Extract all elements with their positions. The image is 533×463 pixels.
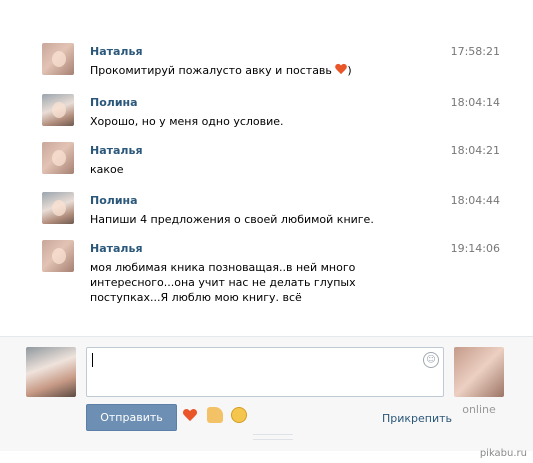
online-status: online [462, 403, 496, 416]
message-author[interactable]: Полина [90, 96, 138, 109]
message-input[interactable]: ☺ [86, 347, 444, 397]
message-text: Напиши 4 предложения о своей любимой кни… [90, 213, 374, 226]
thumbs-up-icon[interactable] [206, 407, 223, 423]
heart-icon [335, 64, 347, 75]
message-text: Хорошо, но у меня одно условие. [90, 115, 284, 128]
peer-avatar[interactable] [454, 347, 504, 397]
message-history: Наталья 17:58:21 Прокомитируй пожалусто … [0, 0, 533, 335]
message-time: 18:04:21 [450, 144, 500, 157]
message-author[interactable]: Наталья [90, 45, 143, 58]
heart-icon[interactable] [182, 407, 198, 423]
send-button[interactable]: Отправить [86, 404, 177, 431]
message-text-body: Прокомитируй пожалусто авку и поставь [90, 64, 332, 77]
message-time: 19:14:06 [450, 242, 500, 255]
message-composer: ☺ Отправить Прикрепить online [0, 336, 533, 451]
message-author[interactable]: Наталья [90, 242, 143, 255]
text-caret [92, 353, 93, 367]
resize-handle[interactable] [253, 434, 293, 440]
message-time: 18:04:14 [450, 96, 500, 109]
avatar[interactable] [42, 94, 74, 126]
avatar[interactable] [42, 43, 74, 75]
message-text: какое [90, 163, 124, 176]
avatar[interactable] [42, 240, 74, 272]
message-author[interactable]: Наталья [90, 144, 143, 157]
smiley-icon[interactable]: ☺ [423, 352, 439, 368]
message-time: 18:04:44 [450, 194, 500, 207]
message-text-suffix: ) [347, 64, 352, 77]
watermark: pikabu.ru [479, 448, 527, 459]
message-text: моя любимая кника позноващая..в ней мног… [90, 261, 356, 304]
avatar[interactable] [42, 192, 74, 224]
message-text: Прокомитируй пожалусто авку и поставь ) [90, 63, 435, 78]
message-time: 17:58:21 [450, 45, 500, 58]
message-author[interactable]: Полина [90, 194, 138, 207]
attach-link[interactable]: Прикрепить [382, 412, 452, 425]
quick-emoji-bar [182, 407, 252, 427]
avatar[interactable] [42, 142, 74, 174]
my-avatar[interactable] [26, 347, 76, 397]
blush-icon[interactable] [231, 407, 247, 423]
